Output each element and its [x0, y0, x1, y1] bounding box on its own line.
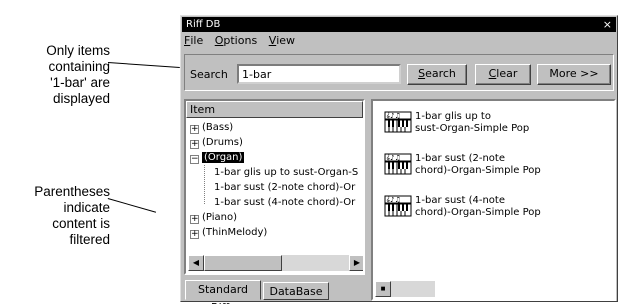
menu-file[interactable]: File: [184, 34, 203, 47]
riff-tree[interactable]: Item + (Bass) + (Drums) − (Organ) 1-bar gli…: [184, 99, 365, 275]
callout-line: filtered: [69, 232, 110, 247]
collapse-icon[interactable]: −: [190, 155, 199, 164]
pane-splitter[interactable]: [367, 99, 370, 301]
tree-connector: [204, 165, 205, 204]
riff-name-line: 1-bar sust (2-note: [415, 153, 505, 164]
menu-view[interactable]: View: [269, 34, 295, 47]
search-button[interactable]: Search: [407, 64, 467, 85]
tree-item-organ[interactable]: − (Organ): [190, 150, 245, 165]
window-title: Riff DB: [186, 19, 221, 30]
tab-database[interactable]: DataBase: [263, 282, 329, 300]
tree-item-bass[interactable]: + (Bass): [190, 120, 233, 135]
search-panel: Search 1-bar Search Clear More >>: [184, 54, 614, 91]
callout-line: indicate: [63, 200, 110, 215]
more-button[interactable]: More >>: [537, 64, 611, 85]
organ-keyboard-icon: 𝄞♪♫: [384, 111, 412, 133]
expand-icon[interactable]: +: [190, 230, 199, 239]
tree-column-header[interactable]: Item: [186, 101, 363, 118]
riff-name-line: 1-bar sust (4-note: [415, 195, 505, 206]
search-label: Search: [190, 68, 228, 81]
menu-options[interactable]: Options: [215, 34, 257, 47]
tree-item-piano[interactable]: + (Piano): [190, 210, 237, 225]
tab-standard-riffs[interactable]: Standard Riffs: [185, 280, 261, 304]
tree-horizontal-scrollbar[interactable]: ◀ ▶: [188, 255, 363, 271]
riff-list-pane: 𝄞♪♫ 1-bar glis up to sust-Organ-Simple Po…: [371, 99, 616, 301]
callout-line: displayed: [52, 91, 110, 106]
expand-icon[interactable]: +: [190, 125, 199, 134]
callout-parentheses-note: Parentheses indicate content is filtered: [0, 184, 110, 248]
tree-item-riff[interactable]: 1-bar sust (2-note chord)-Or: [214, 180, 355, 195]
riff-name-line: chord)-Organ-Simple Pop: [415, 165, 541, 176]
callout-leader-line: [107, 198, 157, 213]
organ-keyboard-icon: 𝄞♪♫: [384, 153, 412, 175]
callout-line: content is: [52, 216, 110, 231]
clear-button[interactable]: Clear: [475, 64, 531, 85]
search-input[interactable]: 1-bar: [237, 64, 401, 84]
organ-keyboard-icon: 𝄞♪♫: [384, 195, 412, 217]
callout-line: '1-bar' are: [50, 75, 110, 90]
expand-icon[interactable]: +: [190, 140, 199, 149]
title-bar[interactable]: Riff DB ×: [182, 17, 616, 32]
callout-line: Only items: [46, 43, 110, 58]
scroll-left-icon[interactable]: ■: [375, 281, 391, 297]
tree-item-riff[interactable]: 1-bar glis up to sust-Organ-S: [214, 165, 358, 180]
tree-item-riff[interactable]: 1-bar sust (4-note chord)-Or: [214, 195, 355, 210]
riff-name-line: sust-Organ-Simple Pop: [415, 123, 530, 134]
list-horizontal-scrollbar[interactable]: ■: [375, 281, 435, 297]
scroll-thumb[interactable]: [204, 255, 282, 271]
menu-bar: File Options View: [184, 34, 303, 50]
callout-leader-line: [107, 62, 180, 69]
riff-name-line: chord)-Organ-Simple Pop: [415, 207, 541, 218]
callout-line: containing: [48, 59, 110, 74]
tree-item-drums[interactable]: + (Drums): [190, 135, 243, 150]
callout-filter-note: Only items containing '1-bar' are displa…: [0, 43, 110, 107]
tree-item-thinmelody[interactable]: + (ThinMelody): [190, 225, 267, 240]
close-icon[interactable]: ×: [603, 17, 612, 32]
riff-db-window: Riff DB × File Options View Search 1-bar…: [180, 15, 618, 304]
scroll-right-icon[interactable]: ▶: [349, 255, 363, 271]
riff-name-line: 1-bar glis up to: [415, 111, 491, 122]
callout-line: Parentheses: [34, 184, 110, 199]
scroll-left-icon[interactable]: ◀: [188, 255, 204, 271]
expand-icon[interactable]: +: [190, 215, 199, 224]
